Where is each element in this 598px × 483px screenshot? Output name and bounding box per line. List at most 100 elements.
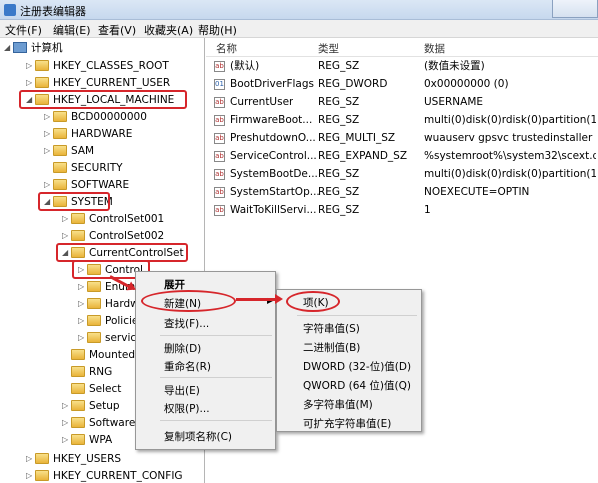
list-header: 名称 类型 数据 xyxy=(206,38,598,57)
string-value-icon: ab xyxy=(214,151,225,162)
tree-node-controlset002[interactable]: ▷ ControlSet002 xyxy=(62,228,164,244)
computer-icon xyxy=(13,42,27,53)
tree-node-controlset001[interactable]: ▷ ControlSet001 xyxy=(62,211,164,227)
column-data-header[interactable]: 数据 xyxy=(424,41,445,56)
collapsed-arrow-icon: ▷ xyxy=(44,146,51,155)
submenu-item-multi-string-value[interactable]: 多字符串值(M) xyxy=(303,397,373,412)
column-type-header[interactable]: 类型 xyxy=(318,41,339,56)
submenu-item-string-value[interactable]: 字符串值(S) xyxy=(303,321,360,336)
value-row[interactable]: ab SystemBootDe... REG_SZ multi(0)disk(0… xyxy=(206,166,598,183)
collapsed-arrow-icon: ▷ xyxy=(78,316,85,325)
menu-bar: 文件(F) 编辑(E) 查看(V) 收藏夹(A) 帮助(H) xyxy=(0,20,598,38)
folder-icon xyxy=(71,230,85,241)
folder-icon xyxy=(71,213,85,224)
menu-separator xyxy=(297,315,417,316)
menu-item-find[interactable]: 查找(F)... xyxy=(164,316,209,331)
collapsed-arrow-icon: ▷ xyxy=(26,471,33,480)
menu-item-export[interactable]: 导出(E) xyxy=(164,383,200,398)
annotation-arrow-icon xyxy=(236,294,283,304)
collapsed-arrow-icon: ▷ xyxy=(26,61,33,70)
folder-icon xyxy=(87,332,101,343)
folder-icon xyxy=(71,400,85,411)
annotation-oval-new xyxy=(141,290,236,312)
menu-item-copy-key-name[interactable]: 复制项名称(C) xyxy=(164,429,232,444)
value-row[interactable]: ab FirmwareBoot... REG_SZ multi(0)disk(0… xyxy=(206,112,598,129)
value-row[interactable]: ab SystemStartOp... REG_SZ NOEXECUTE=OPT… xyxy=(206,184,598,201)
value-row[interactable]: ab PreshutdownO... REG_MULTI_SZ wuauserv… xyxy=(206,130,598,147)
value-row[interactable]: 01 BootDriverFlags REG_DWORD 0x00000000 … xyxy=(206,76,598,93)
string-value-icon: ab xyxy=(214,187,225,198)
tree-node-setup[interactable]: ▷ Setup xyxy=(62,398,120,414)
collapsed-arrow-icon: ▷ xyxy=(26,454,33,463)
tree-node-hkcu[interactable]: ▷ HKEY_CURRENT_USER xyxy=(26,75,170,91)
annotation-oval-key xyxy=(286,291,340,312)
tree-node-services[interactable]: ▷ service xyxy=(78,330,143,346)
string-value-icon: ab xyxy=(214,169,225,180)
tree-node-security[interactable]: SECURITY xyxy=(44,160,123,176)
tree-node-wpa[interactable]: ▷ WPA xyxy=(62,432,112,448)
submenu-item-binary-value[interactable]: 二进制值(B) xyxy=(303,340,360,355)
folder-icon xyxy=(71,434,85,445)
menu-item-delete[interactable]: 删除(D) xyxy=(164,341,201,356)
submenu-item-expandable-string-value[interactable]: 可扩充字符串值(E) xyxy=(303,416,391,431)
submenu-item-qword-value[interactable]: QWORD (64 位)值(Q) xyxy=(303,378,411,393)
tree-node-policies[interactable]: ▷ Policie xyxy=(78,313,138,329)
menu-item-rename[interactable]: 重命名(R) xyxy=(164,359,211,374)
folder-icon xyxy=(87,315,101,326)
string-value-icon: ab xyxy=(214,61,225,72)
tree-node-system-software[interactable]: ▷ Software xyxy=(62,415,135,431)
collapsed-arrow-icon: ▷ xyxy=(62,418,69,427)
tree-node-hkcr[interactable]: ▷ HKEY_CLASSES_ROOT xyxy=(26,58,169,74)
tree-node-rng[interactable]: RNG xyxy=(62,364,112,380)
close-window-button[interactable] xyxy=(552,0,598,18)
string-value-icon: ab xyxy=(214,133,225,144)
folder-icon xyxy=(35,470,49,481)
folder-icon xyxy=(53,111,67,122)
regedit-app-icon xyxy=(4,4,16,16)
collapsed-arrow-icon: ▷ xyxy=(78,282,85,291)
tree-node-hardware-profiles[interactable]: ▷ Hardw xyxy=(78,296,139,312)
value-row[interactable]: ab CurrentUser REG_SZ USERNAME xyxy=(206,94,598,111)
tree-node-computer[interactable]: ◢ 计算机 xyxy=(4,40,63,56)
tree-node-hkcc[interactable]: ▷ HKEY_CURRENT_CONFIG xyxy=(26,468,183,483)
value-row[interactable]: ab WaitToKillServi... REG_SZ 1 xyxy=(206,202,598,219)
tree-node-software[interactable]: ▷ SOFTWARE xyxy=(44,177,129,193)
string-value-icon: ab xyxy=(214,97,225,108)
collapsed-arrow-icon: ▷ xyxy=(26,78,33,87)
menu-favorites[interactable]: 收藏夹(A) xyxy=(144,22,193,38)
collapsed-arrow-icon: ▷ xyxy=(62,435,69,444)
menu-edit[interactable]: 编辑(E) xyxy=(53,22,91,38)
column-name-header[interactable]: 名称 xyxy=(216,41,237,56)
menu-view[interactable]: 查看(V) xyxy=(98,22,136,38)
collapsed-arrow-icon: ▷ xyxy=(44,112,51,121)
menu-file[interactable]: 文件(F) xyxy=(5,22,42,38)
tree-node-bcd[interactable]: ▷ BCD00000000 xyxy=(44,109,147,125)
collapsed-arrow-icon: ▷ xyxy=(62,401,69,410)
tree-node-mounted-devices[interactable]: Mounted xyxy=(62,347,135,363)
collapsed-arrow-icon: ▷ xyxy=(78,333,85,342)
value-row[interactable]: ab (默认) REG_SZ (数值未设置) xyxy=(206,58,598,75)
folder-icon xyxy=(71,383,85,394)
tree-node-sam[interactable]: ▷ SAM xyxy=(44,143,94,159)
tree-node-hku[interactable]: ▷ HKEY_USERS xyxy=(26,451,121,467)
folder-icon xyxy=(35,453,49,464)
submenu-item-dword-value[interactable]: DWORD (32-位)值(D) xyxy=(303,359,411,374)
collapsed-arrow-icon: ▷ xyxy=(78,299,85,308)
menu-separator xyxy=(160,420,272,421)
menu-item-permissions[interactable]: 权限(P)... xyxy=(164,401,210,416)
folder-icon xyxy=(35,60,49,71)
collapsed-arrow-icon: ▷ xyxy=(62,214,69,223)
tree-node-select[interactable]: Select xyxy=(62,381,121,397)
menu-help[interactable]: 帮助(H) xyxy=(198,22,237,38)
highlight-system xyxy=(38,192,110,211)
value-row[interactable]: ab ServiceControl... REG_EXPAND_SZ %syst… xyxy=(206,148,598,165)
expand-arrow-icon: ◢ xyxy=(4,43,11,52)
folder-icon xyxy=(87,298,101,309)
folder-icon xyxy=(53,162,67,173)
folder-icon xyxy=(71,349,85,360)
binary-value-icon: 01 xyxy=(214,79,225,90)
tree-node-hardware[interactable]: ▷ HARDWARE xyxy=(44,126,132,142)
folder-icon xyxy=(71,417,85,428)
folder-icon xyxy=(87,281,101,292)
window-title: 注册表编辑器 xyxy=(20,5,86,18)
